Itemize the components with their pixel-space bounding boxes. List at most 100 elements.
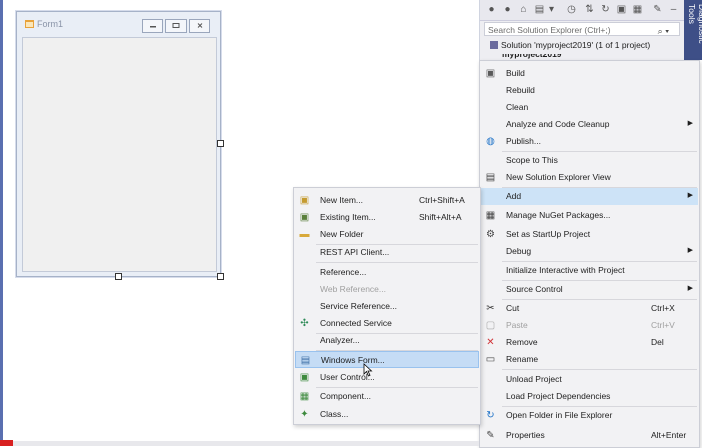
add-submenu-label: Class... xyxy=(320,409,349,419)
add-submenu-item-component[interactable]: ▦ Component... xyxy=(295,388,479,405)
context-menu-item-load-project-dependencies[interactable]: Load Project Dependencies xyxy=(481,388,698,405)
form-title: Form1 xyxy=(37,19,64,29)
add-submenu-label: Service Reference... xyxy=(320,301,398,311)
menu-separator xyxy=(316,243,478,245)
add-submenu-label: Existing Item... xyxy=(320,212,376,222)
context-menu-item-build[interactable]: ▣ Build xyxy=(481,65,698,82)
context-menu-label: Initialize Interactive with Project xyxy=(506,265,625,275)
connected-service-icon: ✣ xyxy=(300,318,309,329)
build-icon: ▣ xyxy=(485,68,496,79)
context-menu-item-properties[interactable]: ✎ Properties Alt+Enter xyxy=(481,427,698,444)
add-submenu-label: Windows Form... xyxy=(321,355,385,365)
context-menu-label: Source Control xyxy=(506,284,563,294)
context-menu-item-paste: ▢ Paste Ctrl+V xyxy=(481,317,698,334)
dropdown-icon[interactable]: ▾ xyxy=(546,4,557,15)
add-submenu-item-analyzer[interactable]: Analyzer... xyxy=(295,332,479,349)
context-menu-item-rename[interactable]: ▭ Rename xyxy=(481,351,698,368)
add-submenu-item-new-folder[interactable]: ▬ New Folder xyxy=(295,226,479,243)
context-menu-item-publish[interactable]: ◍ Publish... xyxy=(481,133,698,150)
context-menu-item-manage-nuget-packages[interactable]: ▦ Manage NuGet Packages... xyxy=(481,207,698,224)
context-menu-item-scope-to-this[interactable]: Scope to This xyxy=(481,152,698,169)
scissors-icon: ✂ xyxy=(486,303,495,314)
mouse-cursor-icon xyxy=(363,363,373,377)
context-menu-item-unload-project[interactable]: Unload Project xyxy=(481,371,698,388)
context-menu-item-open-folder-in-file-explorer[interactable]: ↻ Open Folder in File Explorer xyxy=(481,407,698,424)
menu-separator xyxy=(502,150,697,152)
context-menu-shortcut: Ctrl+X xyxy=(651,303,675,313)
minimize-button[interactable] xyxy=(142,19,164,33)
properties-toolbar-icon[interactable]: ✎ xyxy=(652,4,663,15)
context-menu-label: New Solution Explorer View xyxy=(506,172,611,182)
back-icon[interactable]: ● xyxy=(486,4,497,15)
close-icon xyxy=(197,23,203,28)
designer-horizontal-scrollbar[interactable] xyxy=(13,441,479,446)
search-icon[interactable]: ⌕ ▾ xyxy=(658,24,669,38)
context-menu-item-set-as-startup-project[interactable]: ⚙ Set as StartUp Project xyxy=(481,226,698,243)
submenu-arrow-icon: ▶ xyxy=(687,192,693,199)
menu-separator xyxy=(502,186,697,188)
pending-changes-icon[interactable]: ◷ xyxy=(566,4,577,15)
form-title-bar[interactable]: Form1 xyxy=(17,12,220,36)
context-menu-item-add[interactable]: Add ▶ xyxy=(481,188,698,205)
context-menu-shortcut: Del xyxy=(651,337,664,347)
submenu-arrow-icon: ▶ xyxy=(687,247,693,254)
resize-handle-corner[interactable] xyxy=(217,273,224,280)
add-submenu-item-windows-form[interactable]: ▤ Windows Form... xyxy=(295,351,479,368)
add-submenu-item-web-reference: Web Reference... xyxy=(295,281,479,298)
close-button[interactable] xyxy=(188,19,210,33)
context-menu-item-source-control[interactable]: Source Control ▶ xyxy=(481,281,698,298)
diagnostic-tools-tab[interactable]: Diagnostic Tools xyxy=(684,0,702,60)
wrench-icon: ✎ xyxy=(486,430,495,441)
sync-icon[interactable]: ⇅ xyxy=(584,4,595,15)
context-menu-label: Remove xyxy=(506,337,538,347)
add-submenu-item-class[interactable]: ✦ Class... xyxy=(295,406,479,423)
context-menu-item-clean[interactable]: Clean xyxy=(481,99,698,116)
add-submenu-item-user-control[interactable]: ▣ User Control... xyxy=(295,369,479,386)
add-submenu-item-rest-api-client[interactable]: REST API Client... xyxy=(295,244,479,261)
add-submenu-label: Analyzer... xyxy=(320,335,360,345)
project-label: myproject2019 xyxy=(502,54,562,59)
form-window[interactable]: Form1 xyxy=(16,11,221,277)
more-toolbar-icon[interactable]: – xyxy=(668,4,679,15)
component-icon: ▦ xyxy=(299,391,310,402)
context-menu-item-rebuild[interactable]: Rebuild xyxy=(481,82,698,99)
context-menu-item-debug[interactable]: Debug ▶ xyxy=(481,243,698,260)
collapse-all-icon[interactable]: ▣ xyxy=(616,4,627,15)
solution-explorer-search-input[interactable]: Search Solution Explorer (Ctrl+;) ⌕ ▾ xyxy=(484,22,680,36)
context-menu-item-remove[interactable]: ✕ Remove Del xyxy=(481,334,698,351)
context-menu-label: Add xyxy=(506,191,522,201)
switch-views-icon[interactable]: ▤ xyxy=(534,4,545,15)
class-icon: ✦ xyxy=(300,409,309,420)
resize-handle-bottom[interactable] xyxy=(115,273,122,280)
refresh-toolbar-icon[interactable]: ↻ xyxy=(600,4,611,15)
maximize-button[interactable] xyxy=(165,19,187,33)
maximize-icon xyxy=(172,23,180,28)
context-menu-item-cut[interactable]: ✂ Cut Ctrl+X xyxy=(481,300,698,317)
add-submenu-label: Connected Service xyxy=(320,318,392,328)
solution-node[interactable]: Solution 'myproject2019' (1 of 1 project… xyxy=(490,40,650,50)
context-menu-label: Set as StartUp Project xyxy=(506,229,591,239)
add-submenu-shortcut: Shift+Alt+A xyxy=(419,212,462,222)
menu-separator xyxy=(316,349,478,351)
resize-handle-right[interactable] xyxy=(217,140,224,147)
side-tab-label: Diagnostic Tools xyxy=(687,4,702,44)
form-client-area[interactable] xyxy=(22,37,217,272)
add-submenu-label: Component... xyxy=(320,391,372,401)
window-left-edge xyxy=(0,0,3,446)
context-menu-item-analyze-and-code-cleanup[interactable]: Analyze and Code Cleanup ▶ xyxy=(481,116,698,133)
add-submenu-item-new-item[interactable]: ▣ New Item... Ctrl+Shift+A xyxy=(295,192,479,209)
context-menu-label: Open Folder in File Explorer xyxy=(506,410,613,420)
add-submenu-item-reference[interactable]: Reference... xyxy=(295,264,479,281)
show-all-files-icon[interactable]: ▦ xyxy=(632,4,643,15)
menu-separator xyxy=(502,279,697,281)
context-menu-item-new-solution-explorer-view[interactable]: ▤ New Solution Explorer View xyxy=(481,169,698,186)
context-menu-label: Unload Project xyxy=(506,374,562,384)
add-submenu-item-existing-item[interactable]: ▣ Existing Item... Shift+Alt+A xyxy=(295,209,479,226)
add-submenu-item-connected-service[interactable]: ✣ Connected Service xyxy=(295,315,479,332)
home-icon[interactable]: ⌂ xyxy=(518,4,529,15)
add-submenu-item-service-reference[interactable]: Service Reference... xyxy=(295,298,479,315)
add-submenu-label: REST API Client... xyxy=(320,247,390,257)
forward-icon[interactable]: ● xyxy=(502,4,513,15)
context-menu-item-initialize-interactive-with-project[interactable]: Initialize Interactive with Project xyxy=(481,262,698,279)
form-icon xyxy=(25,20,34,28)
